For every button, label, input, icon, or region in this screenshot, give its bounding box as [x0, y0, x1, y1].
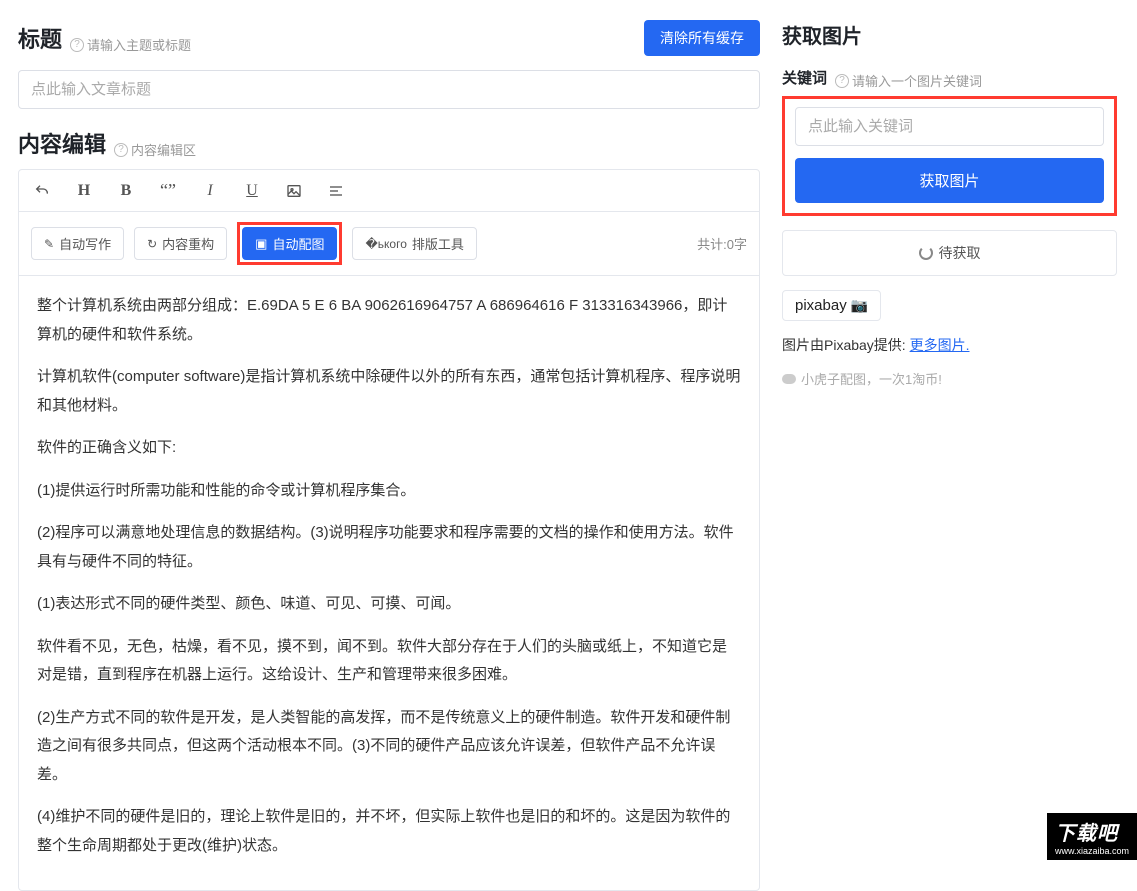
editor-card: H B “” I U ✎ 自动写作 ↻ 内容重构: [18, 169, 760, 891]
action-toolbar: ✎ 自动写作 ↻ 内容重构 ▣ 自动配图 �ького 排版工具: [19, 212, 759, 276]
fetch-image-button[interactable]: 获取图片: [795, 158, 1104, 203]
pixabay-badge: pixabay 📷: [782, 290, 881, 321]
paragraph: (1)提供运行时所需功能和性能的命令或计算机程序集合。: [37, 477, 741, 506]
keyword-hint: ? 请输入一个图片关键词: [835, 71, 982, 90]
paragraph: (2)生产方式不同的软件是开发，是人类智能的高发挥，而不是传统意义上的硬件制造。…: [37, 704, 741, 790]
align-icon[interactable]: [327, 183, 345, 199]
underline-icon[interactable]: U: [243, 182, 261, 200]
paragraph: (1)表达形式不同的硬件类型、颜色、味道、可见、可摸、可闻。: [37, 590, 741, 619]
paragraph: 软件的正确含义如下:: [37, 434, 741, 463]
editor-header: 内容编辑 ? 内容编辑区: [18, 127, 760, 159]
fetch-status: 待获取: [782, 230, 1117, 276]
highlight-marker: ▣ 自动配图: [237, 222, 342, 265]
pencil-icon: ✎: [44, 237, 54, 251]
paragraph: 软件看不见，无色，枯燥，看不见，摸不到，闻不到。软件大部分存在于人们的头脑或纸上…: [37, 633, 741, 690]
more-images-link[interactable]: 更多图片.: [910, 337, 970, 353]
info-icon: ?: [70, 38, 84, 52]
image-icon[interactable]: [285, 183, 303, 199]
image-credit: 图片由Pixabay提供: 更多图片.: [782, 335, 1117, 355]
auto-image-button[interactable]: ▣ 自动配图: [242, 227, 337, 260]
editor-hint: ? 内容编辑区: [114, 140, 196, 159]
heading-icon[interactable]: H: [75, 182, 93, 200]
bold-icon[interactable]: B: [117, 182, 135, 200]
paragraph: 整个计算机系统由两部分组成：E.69DA 5 E 6 BA 9062616964…: [37, 292, 741, 349]
auto-write-button[interactable]: ✎ 自动写作: [31, 227, 124, 260]
layout-icon: �ького: [365, 237, 406, 251]
camera-icon: 📷: [851, 297, 868, 314]
format-toolbar: H B “” I U: [19, 170, 759, 212]
restructure-button[interactable]: ↻ 内容重构: [134, 227, 227, 260]
title-header: 标题 ? 请输入主题或标题 清除所有缓存: [18, 20, 760, 56]
watermark: 下载吧 www.xiazaiba.com: [1047, 813, 1137, 860]
paragraph: (2)程序可以满意地处理信息的数据结构。(3)说明程序功能要求和程序需要的文档的…: [37, 519, 741, 576]
info-icon: ?: [114, 143, 128, 157]
picture-icon: ▣: [255, 236, 267, 252]
keyword-label-row: 关键词 ? 请输入一个图片关键词: [782, 67, 1117, 90]
refresh-icon: ↻: [147, 237, 157, 251]
quote-icon[interactable]: “”: [159, 180, 177, 201]
title-label: 标题: [18, 22, 62, 54]
editor-content[interactable]: 整个计算机系统由两部分组成：E.69DA 5 E 6 BA 9062616964…: [19, 276, 759, 890]
undo-icon[interactable]: [33, 183, 51, 199]
clear-cache-button[interactable]: 清除所有缓存: [644, 20, 760, 56]
paragraph: 计算机软件(computer software)是指计算机系统中除硬件以外的所有…: [37, 363, 741, 420]
layout-tool-button[interactable]: �ького 排版工具: [352, 227, 476, 260]
highlight-marker-sidebar: 获取图片: [782, 96, 1117, 216]
cloud-icon: [782, 374, 796, 384]
editor-label: 内容编辑: [18, 127, 106, 159]
spinner-icon: [919, 246, 933, 260]
footer-note: 小虎子配图，一次1淘币!: [782, 369, 1117, 388]
paragraph: (4)维护不同的硬件是旧的，理论上软件是旧的，并不坏，但实际上软件也是旧的和坏的…: [37, 803, 741, 860]
keyword-label: 关键词: [782, 67, 827, 88]
keyword-input[interactable]: [795, 107, 1104, 146]
char-count: 共计:0字: [697, 234, 747, 253]
sidebar-title: 获取图片: [782, 20, 1117, 49]
info-icon: ?: [835, 74, 849, 88]
title-hint: ? 请输入主题或标题: [70, 35, 191, 54]
article-title-input[interactable]: [18, 70, 760, 109]
italic-icon[interactable]: I: [201, 182, 219, 200]
